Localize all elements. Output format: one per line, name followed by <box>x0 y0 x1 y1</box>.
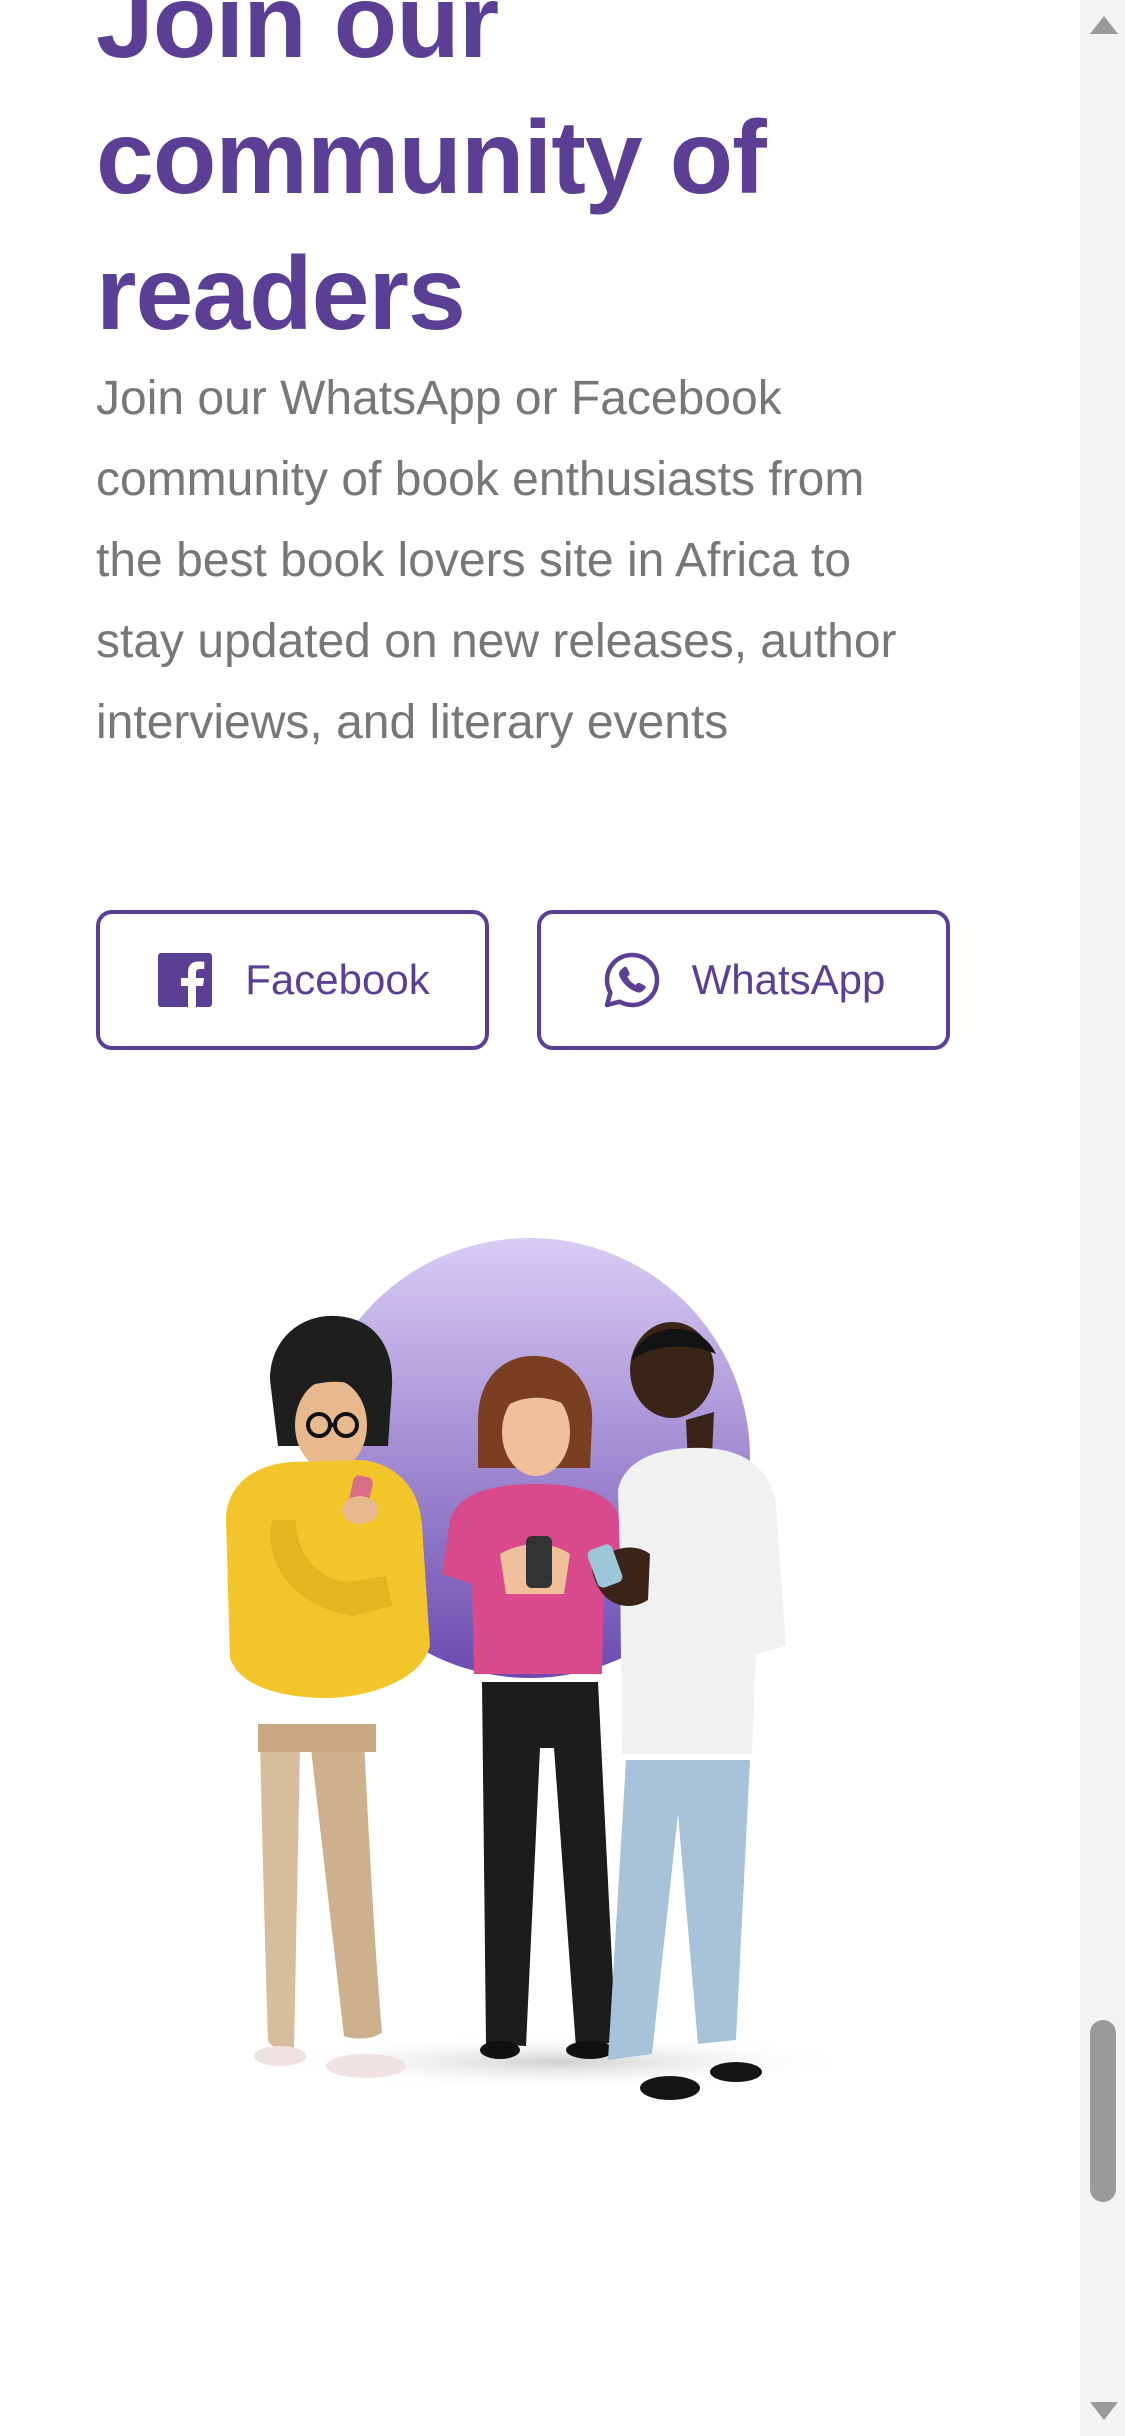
whatsapp-button-label: WhatsApp <box>691 956 886 1003</box>
scrollbar-thumb[interactable] <box>1090 2020 1116 2202</box>
facebook-button[interactable]: Facebook <box>96 910 489 1050</box>
heading-line: readers <box>96 236 466 352</box>
whatsapp-button[interactable]: WhatsApp <box>537 910 950 1050</box>
description-line: the best book lovers site in Africa to <box>96 534 852 587</box>
description-line: interviews, and literary events <box>96 696 729 749</box>
readers-illustration <box>200 1220 860 2140</box>
heading-line: community of <box>96 100 767 216</box>
scroll-up-arrow-icon[interactable] <box>1090 16 1118 34</box>
facebook-button-label: Facebook <box>245 956 430 1003</box>
vertical-scrollbar[interactable] <box>1080 0 1125 2436</box>
facebook-icon <box>155 950 215 1010</box>
description-line: Join our WhatsApp or Facebook <box>96 372 782 425</box>
description-line: community of book enthusiasts from <box>96 453 865 506</box>
section-description: Join our WhatsApp or Facebook community … <box>96 358 976 763</box>
description-line: stay updated on new releases, author <box>96 615 897 668</box>
scroll-down-arrow-icon[interactable] <box>1090 2402 1118 2420</box>
section-heading: Join our community of readers <box>96 0 996 362</box>
whatsapp-icon <box>602 950 662 1010</box>
page: Join our community of readers Join our W… <box>0 0 1080 2436</box>
heading-line: Join our <box>96 0 499 80</box>
